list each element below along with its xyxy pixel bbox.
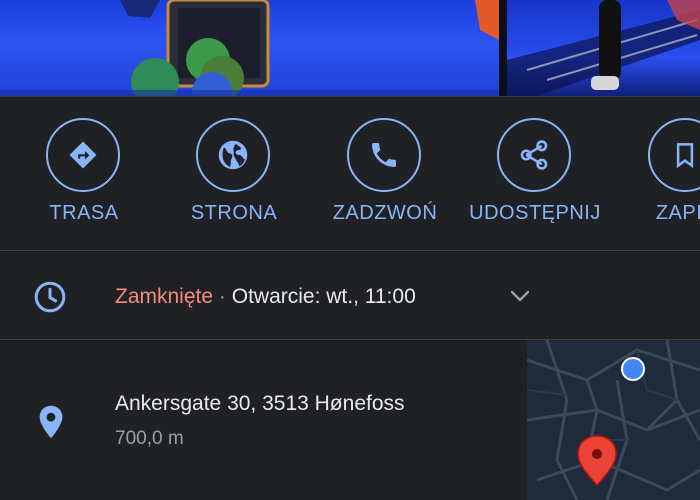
directions-button[interactable]: TRASA xyxy=(9,118,159,228)
separator-dot: · xyxy=(218,285,226,308)
bookmark-icon xyxy=(648,118,700,192)
address-row[interactable]: Ankersgate 30, 3513 Hønefoss 700,0 m xyxy=(0,340,700,500)
current-location-dot xyxy=(623,359,643,379)
globe-icon xyxy=(196,118,270,192)
hours-summary: Zamknięte · Otwarcie: wt., 11:00 xyxy=(115,285,416,309)
opening-hours-row[interactable]: Zamknięte · Otwarcie: wt., 11:00 xyxy=(0,251,700,339)
chevron-down-icon[interactable] xyxy=(508,284,532,313)
bowling-scene-illustration xyxy=(0,0,499,96)
venue-photo-lane[interactable] xyxy=(507,0,700,96)
map-streets xyxy=(527,340,700,500)
address-text: Ankersgate 30, 3513 Hønefoss xyxy=(115,392,405,415)
map-thumbnail[interactable] xyxy=(527,340,700,500)
call-button[interactable]: ZADZWOŃ xyxy=(310,118,460,228)
photo-gallery[interactable] xyxy=(0,0,700,96)
website-label: STRONA xyxy=(190,202,278,224)
action-buttons-row: TRASA STRONA ZADZWOŃ UDOSTĘPNIJ ZAPI xyxy=(0,96,700,250)
location-pin-icon xyxy=(38,404,64,445)
directions-icon xyxy=(46,118,120,192)
venue-photo-bowling-lanes[interactable] xyxy=(0,0,499,96)
share-icon xyxy=(497,118,571,192)
share-button[interactable]: UDOSTĘPNIJ xyxy=(460,118,610,228)
closed-status: Zamknięte xyxy=(115,285,214,308)
save-label: ZAPIS xyxy=(655,202,700,224)
directions-label: TRASA xyxy=(49,202,119,224)
distance-text: 700,0 m xyxy=(115,428,184,449)
website-button[interactable]: STRONA xyxy=(159,118,309,228)
save-button[interactable]: ZAPIS xyxy=(611,118,700,228)
phone-icon xyxy=(347,118,421,192)
call-label: ZADZWOŃ xyxy=(332,202,438,224)
clock-icon xyxy=(32,279,68,320)
lane-scene-illustration xyxy=(507,0,700,96)
share-label: UDOSTĘPNIJ xyxy=(469,202,601,224)
next-opening-time: Otwarcie: wt., 11:00 xyxy=(231,285,416,308)
